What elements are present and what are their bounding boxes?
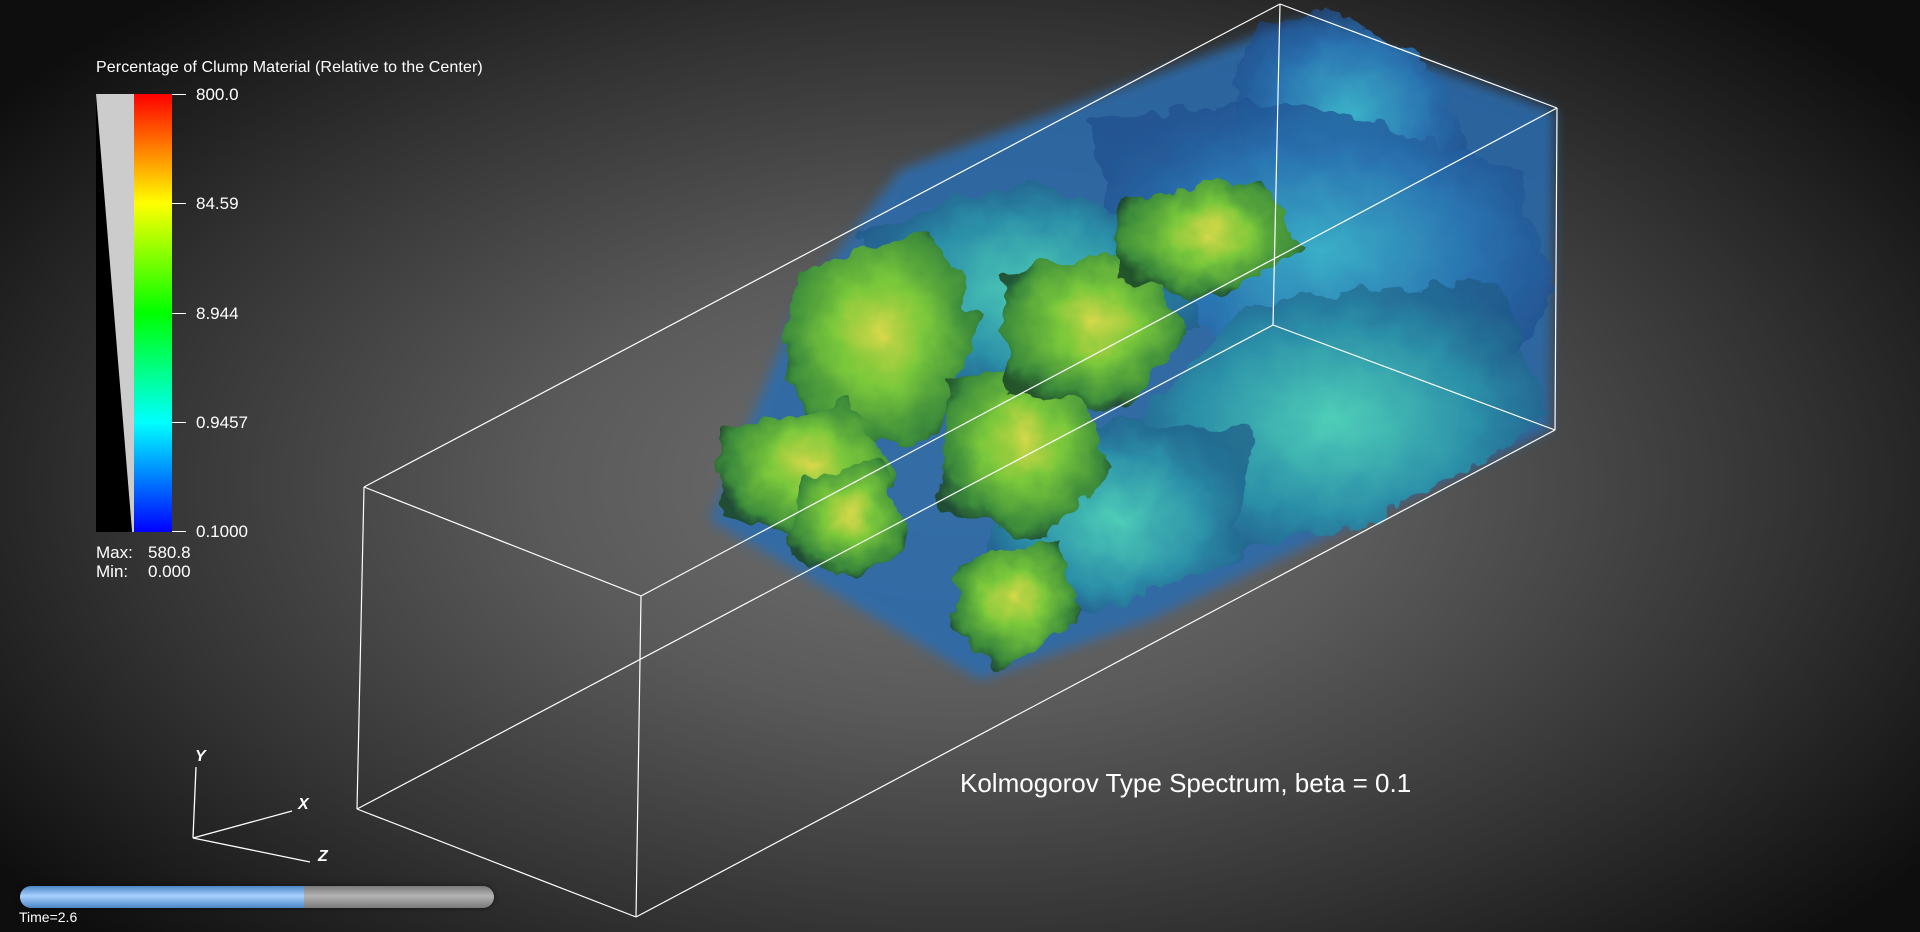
- turbulence-volume: [710, 10, 1555, 680]
- legend-tick: [172, 422, 186, 423]
- colormap-bar: [134, 94, 172, 532]
- time-slider[interactable]: [20, 886, 494, 908]
- legend-tick-label: 0.1000: [196, 522, 248, 541]
- legend-tick-label: 800.0: [196, 85, 239, 104]
- render-viewport[interactable]: Percentage of Clump Material (Relative t…: [0, 0, 1920, 932]
- legend-min-value: 0.000: [148, 562, 191, 581]
- legend-max-label: Max:: [96, 543, 133, 562]
- legend-tick: [172, 313, 186, 314]
- opacity-ramp: [96, 94, 134, 532]
- axis-label-z: Z: [318, 848, 328, 865]
- legend-tick-label: 8.944: [196, 304, 239, 323]
- legend-min: Min: 0.000: [96, 563, 191, 580]
- axis-label-y: Y: [195, 748, 206, 765]
- legend-tick-label: 84.59: [196, 194, 239, 213]
- orientation-axes: [192, 766, 311, 863]
- time-slider-fill: [20, 886, 305, 908]
- time-label: Time=2.6: [19, 909, 78, 925]
- opacity-transfer-bar: [96, 94, 134, 532]
- legend-title: Percentage of Clump Material (Relative t…: [96, 59, 483, 76]
- legend-min-label: Min:: [96, 562, 129, 581]
- legend-max: Max: 580.8: [96, 544, 191, 561]
- legend-tick: [172, 531, 186, 532]
- legend-max-value: 580.8: [148, 543, 191, 562]
- axis-label-x: X: [298, 796, 309, 813]
- legend-tick-label: 0.9457: [196, 413, 248, 432]
- legend-tick: [172, 94, 186, 95]
- spectrum-annotation: Kolmogorov Type Spectrum, beta = 0.1: [960, 768, 1412, 798]
- legend-tick: [172, 203, 186, 204]
